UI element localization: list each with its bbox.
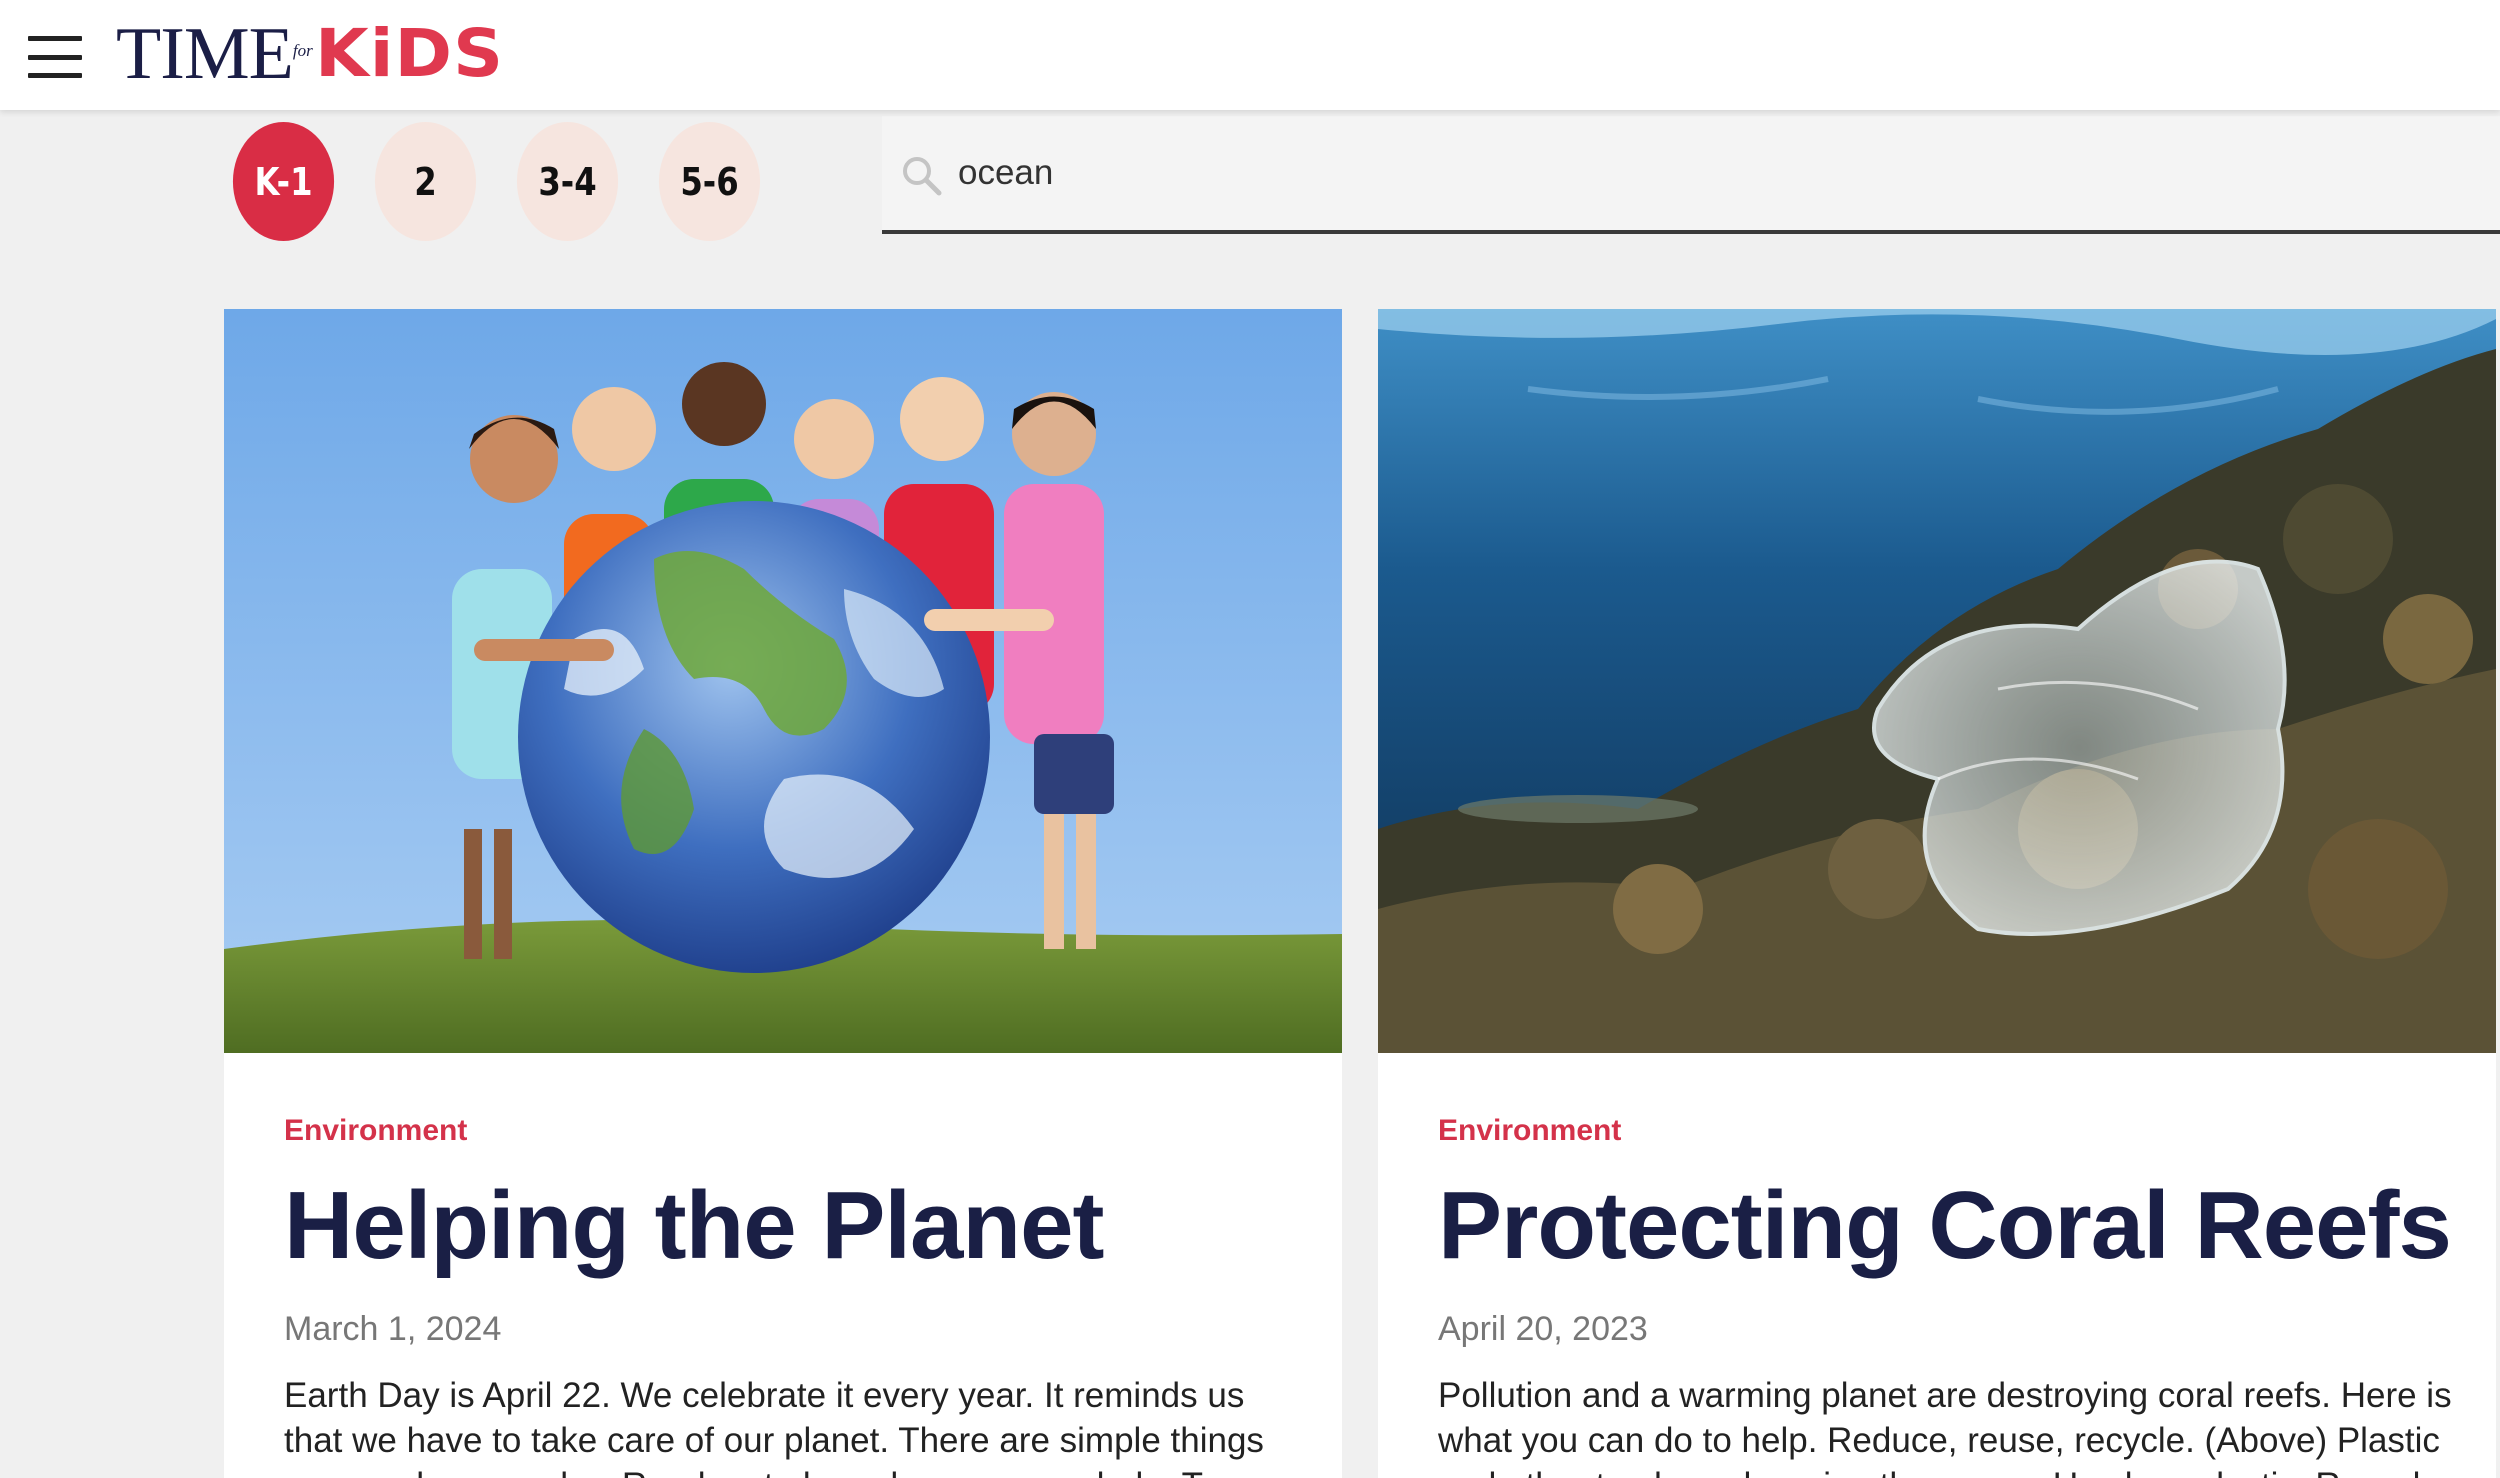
logo-for-text: for xyxy=(292,41,313,60)
article-title[interactable]: Helping the Planet xyxy=(284,1173,1302,1279)
grade-button-5-6[interactable]: 5-6 xyxy=(658,122,761,241)
logo-time-text: TIME xyxy=(116,13,294,95)
grade-button-2[interactable]: 2 xyxy=(374,122,477,241)
hamburger-menu-icon[interactable] xyxy=(28,36,82,78)
article-category-link[interactable]: Environment xyxy=(284,1113,1302,1149)
article-card-protecting-coral-reefs[interactable]: Environment Protecting Coral Reefs April… xyxy=(1378,309,2496,1478)
logo-kids-text: KiDS xyxy=(314,15,504,92)
article-title[interactable]: Protecting Coral Reefs xyxy=(1438,1173,2456,1279)
article-category-link[interactable]: Environment xyxy=(1438,1113,2456,1149)
article-image-plastic-bag-coral-reef[interactable] xyxy=(1378,309,2496,1053)
article-card-body: Environment Protecting Coral Reefs April… xyxy=(1438,1113,2456,1478)
search-bar xyxy=(882,116,2500,234)
article-excerpt: Earth Day is April 22. We celebrate it e… xyxy=(284,1376,1264,1478)
site-header: TIME for KiDS xyxy=(0,0,2500,110)
time-for-kids-logo[interactable]: TIME for KiDS xyxy=(116,13,503,95)
search-icon xyxy=(903,157,942,196)
grade-button-3-4[interactable]: 3-4 xyxy=(516,122,619,241)
search-input[interactable] xyxy=(958,138,2438,208)
article-card-helping-the-planet[interactable]: Environment Helping the Planet March 1, … xyxy=(224,309,1342,1478)
article-card-body: Environment Helping the Planet March 1, … xyxy=(284,1113,1302,1478)
article-image-kids-with-globe[interactable] xyxy=(224,309,1342,1053)
article-excerpt: Pollution and a warming planet are destr… xyxy=(1438,1376,2452,1478)
article-date: April 20, 2023 xyxy=(1438,1310,1648,1348)
grade-level-selector: K-1 2 3-4 5-6 xyxy=(224,122,769,241)
grade-button-k-1[interactable]: K-1 xyxy=(232,122,335,241)
page: TIME for KiDS K-1 2 3-4 5-6 ocean Enviro… xyxy=(0,0,2500,1478)
article-date: March 1, 2024 xyxy=(284,1310,502,1348)
